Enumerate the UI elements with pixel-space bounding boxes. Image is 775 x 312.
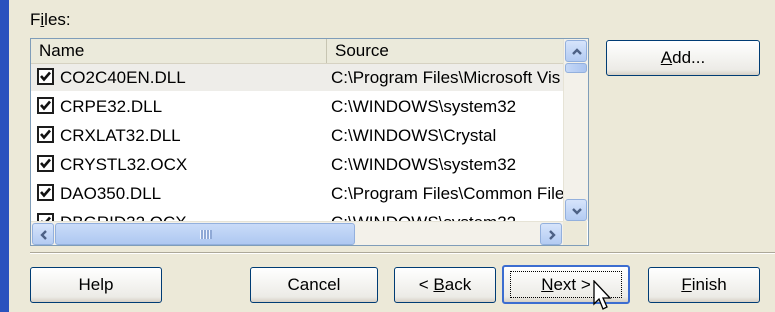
list-item[interactable]: CRYSTL32.OCX C:\WINDOWS\system32 — [31, 151, 563, 178]
arrow-up-icon — [572, 48, 582, 55]
checkbox[interactable] — [37, 184, 54, 201]
file-name: DAO350.DLL — [60, 184, 162, 203]
scroll-up-button[interactable] — [565, 40, 587, 62]
list-item[interactable]: CRPE32.DLL C:\WINDOWS\system32 — [31, 93, 563, 120]
wizard-side-banner — [0, 0, 9, 312]
finish-button[interactable]: Finish — [648, 267, 760, 303]
horizontal-scroll-thumb[interactable] — [55, 223, 355, 245]
file-source: C:\Program Files\Microsoft Vis — [331, 68, 561, 87]
grip-icon — [200, 230, 212, 239]
file-source: C:\Program Files\Common File — [331, 184, 563, 203]
mouse-pointer-icon — [593, 280, 612, 310]
arrow-left-icon — [40, 230, 47, 240]
checkmark-icon — [40, 187, 51, 198]
scroll-down-button[interactable] — [565, 199, 587, 221]
checkbox[interactable] — [37, 97, 54, 114]
file-source: C:\WINDOWS\system32 — [331, 155, 517, 174]
separator-line — [30, 252, 775, 254]
file-name: CRYSTL32.OCX — [60, 155, 188, 174]
file-source: C:\WINDOWS\system32 — [331, 97, 517, 116]
scroll-left-button[interactable] — [32, 223, 54, 245]
file-name: CO2C40EN.DLL — [60, 68, 186, 87]
scroll-right-button[interactable] — [540, 223, 562, 245]
list-item[interactable]: CRXLAT32.DLL C:\WINDOWS\Crystal — [31, 122, 563, 149]
horizontal-scrollbar[interactable] — [31, 221, 563, 245]
cancel-button[interactable]: Cancel — [250, 267, 378, 303]
checkbox[interactable] — [37, 126, 54, 143]
column-header-source[interactable]: Source — [327, 39, 563, 63]
list-item[interactable]: DAO350.DLL C:\Program Files\Common File — [31, 180, 563, 207]
list-item[interactable]: CO2C40EN.DLL C:\Program Files\Microsoft V… — [31, 64, 563, 91]
checkbox[interactable] — [37, 68, 54, 85]
file-name: CRPE32.DLL — [60, 97, 163, 116]
checkmark-icon — [40, 100, 51, 111]
arrow-right-icon — [549, 230, 556, 240]
files-label: Files: — [30, 10, 71, 29]
files-listview[interactable]: Name Source CO2C40EN.DLL C:\Program Files… — [30, 38, 589, 246]
scrollbar-corner — [563, 221, 587, 245]
vertical-scrollbar[interactable] — [563, 39, 588, 221]
vertical-scroll-thumb[interactable] — [565, 63, 587, 73]
list-rows: CO2C40EN.DLL C:\Program Files\Microsoft V… — [31, 64, 563, 222]
file-name: CRXLAT32.DLL — [60, 126, 181, 145]
add-button[interactable]: Add... — [606, 40, 760, 76]
help-button[interactable]: Help — [30, 267, 162, 303]
column-header-name[interactable]: Name — [31, 39, 327, 63]
back-button[interactable]: < Back — [394, 267, 496, 303]
list-header: Name Source — [31, 39, 563, 64]
arrow-down-icon — [572, 208, 582, 215]
file-source: C:\WINDOWS\Crystal — [331, 126, 497, 145]
checkmark-icon — [40, 71, 51, 82]
checkmark-icon — [40, 129, 51, 140]
checkbox[interactable] — [37, 155, 54, 172]
checkmark-icon — [40, 158, 51, 169]
